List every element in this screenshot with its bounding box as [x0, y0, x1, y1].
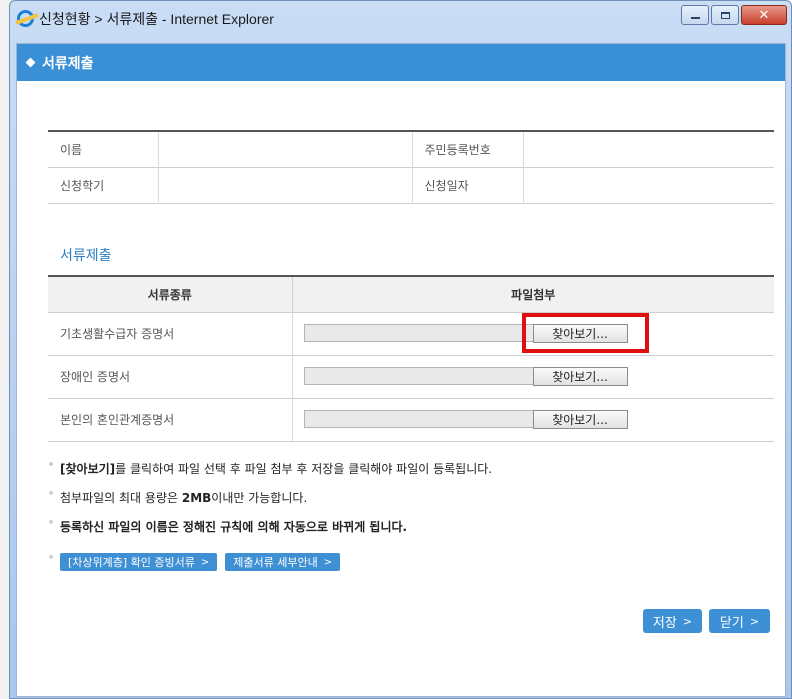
name-value: [158, 131, 413, 168]
note-item: ˚ 등록하신 파일의 이름은 정해진 규칙에 의해 자동으로 바뀌게 됩니다.: [48, 519, 748, 535]
save-button[interactable]: 저장 >: [643, 609, 702, 633]
file-path-input[interactable]: [303, 323, 534, 342]
maximize-icon: [720, 11, 730, 19]
note-highlight: 2MB: [181, 491, 212, 505]
chevron-right-icon: >: [323, 556, 333, 568]
table-row: 본인의 혼인관계증명서 찾아보기...: [48, 398, 774, 442]
file-attach-cell: 찾아보기...: [292, 398, 774, 442]
bullet-icon: ˚: [48, 491, 54, 505]
close-icon: ✕: [758, 7, 770, 23]
note-pre: 첨부파일의 최대 용량은: [60, 491, 182, 505]
semester-label: 신청학기: [48, 167, 159, 204]
close-window-button[interactable]: ✕: [741, 5, 787, 25]
evidence-link-label: [차상위계층] 확인 증빙서류: [68, 556, 195, 569]
window-title: 신청현황 > 서류제출 - Internet Explorer: [39, 11, 274, 27]
note-item: ˚: [48, 554, 60, 570]
document-name: 본인의 혼인관계증명서: [48, 398, 293, 442]
table-row: 이름 주민등록번호: [48, 131, 774, 168]
document-name: 기초생활수급자 증명서: [48, 312, 293, 356]
notes: ˚ [찾아보기]를 클릭하여 파일 선택 후 파일 첨부 후 저장을 클릭해야 …: [48, 461, 748, 548]
minimize-button[interactable]: [681, 5, 709, 25]
bullet-icon: ˚: [48, 555, 54, 569]
note-item: ˚ [찾아보기]를 클릭하여 파일 선택 후 파일 첨부 후 저장을 클릭해야 …: [48, 461, 748, 477]
browse-button[interactable]: 찾아보기...: [532, 409, 628, 429]
applicant-info-table: 이름 주민등록번호 신청학기 신청일자: [48, 130, 774, 204]
note-highlight: [찾아보기]: [60, 462, 116, 476]
file-path-input[interactable]: [303, 366, 534, 385]
column-header-file: 파일첨부: [292, 276, 774, 313]
evidence-link-button[interactable]: [차상위계층] 확인 증빙서류 >: [60, 553, 218, 571]
file-path-input[interactable]: [303, 409, 534, 428]
close-button[interactable]: 닫기 >: [709, 609, 770, 633]
file-attach-cell: 찾아보기...: [292, 355, 774, 399]
table-row: 기초생활수급자 증명서 찾아보기...: [48, 312, 774, 356]
note-rest: 를 클릭하여 파일 선택 후 파일 첨부 후 저장을 클릭해야 파일이 등록됩니…: [115, 462, 493, 476]
note-text: 등록하신 파일의 이름은 정해진 규칙에 의해 자동으로 바뀌게 됩니다.: [60, 520, 408, 534]
document-name: 장애인 증명서: [48, 355, 293, 399]
chevron-right-icon: >: [749, 614, 760, 628]
save-label: 저장: [652, 615, 677, 631]
rrn-value: [523, 131, 774, 168]
diamond-bullet-icon: [25, 57, 36, 68]
date-label: 신청일자: [412, 167, 524, 204]
note-post: 이내만 가능합니다.: [211, 491, 308, 505]
guide-link-label: 제출서류 세부안내: [233, 556, 318, 569]
file-attach-cell: 찾아보기...: [292, 312, 774, 356]
note-item: ˚ 첨부파일의 최대 용량은 2MB이내만 가능합니다.: [48, 490, 748, 506]
section-title: 서류제출: [60, 248, 112, 264]
internet-explorer-icon: [17, 10, 34, 27]
link-buttons: [차상위계층] 확인 증빙서류 > 제출서류 세부안내 >: [60, 553, 348, 571]
note-text: 첨부파일의 최대 용량은 2MB이내만 가능합니다.: [60, 490, 307, 506]
semester-value: [158, 167, 413, 204]
dialog-title: 서류제출: [42, 55, 94, 72]
chevron-right-icon: >: [200, 556, 210, 568]
ie-window: 신청현황 > 서류제출 - Internet Explorer ✕ 서류제출 이…: [9, 0, 792, 699]
bullet-icon: ˚: [48, 520, 54, 534]
close-label: 닫기: [719, 615, 744, 631]
table-row: 신청학기 신청일자: [48, 167, 774, 204]
browse-button[interactable]: 찾아보기...: [532, 323, 628, 343]
documents-table: 서류종류 파일첨부 기초생활수급자 증명서 찾아보기... 장애인 증명서 찾아…: [48, 275, 774, 442]
rrn-label: 주민등록번호: [412, 131, 524, 168]
table-row: 장애인 증명서 찾아보기...: [48, 355, 774, 399]
title-bar[interactable]: 신청현황 > 서류제출 - Internet Explorer ✕: [10, 1, 791, 43]
bullet-icon: ˚: [48, 462, 54, 476]
guide-link-button[interactable]: 제출서류 세부안내 >: [225, 553, 341, 571]
maximize-button[interactable]: [711, 5, 739, 25]
name-label: 이름: [48, 131, 159, 168]
dialog-header: 서류제출: [17, 44, 785, 81]
browse-button[interactable]: 찾아보기...: [532, 366, 628, 386]
note-text: [찾아보기]를 클릭하여 파일 선택 후 파일 첨부 후 저장을 클릭해야 파일…: [60, 461, 492, 477]
table-header-row: 서류종류 파일첨부: [48, 276, 774, 313]
date-value: [523, 167, 774, 204]
minimize-icon: [690, 17, 700, 19]
chevron-right-icon: >: [682, 614, 693, 628]
column-header-type: 서류종류: [48, 276, 293, 313]
action-buttons: 저장 > 닫기 >: [636, 609, 770, 633]
dialog-content: 서류제출 이름 주민등록번호 신청학기 신청일자 서류제출 서류종류 파일첨부: [16, 43, 786, 697]
